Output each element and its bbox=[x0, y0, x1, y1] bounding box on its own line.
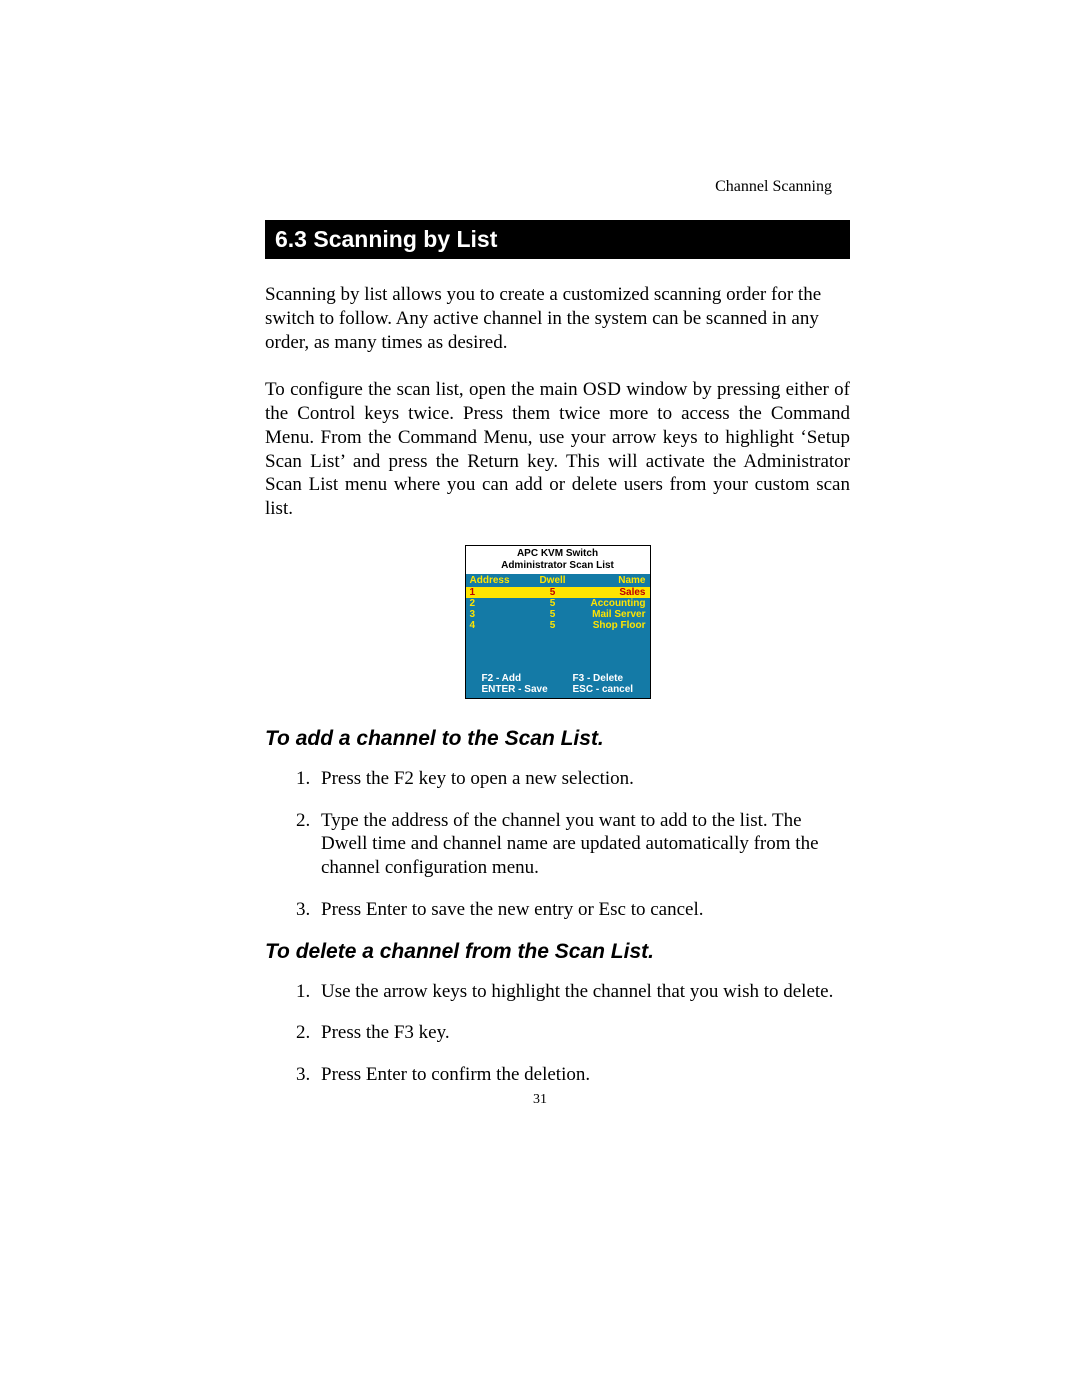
delete-steps-list: Use the arrow keys to highlight the chan… bbox=[265, 980, 850, 1087]
cell-dwell: 5 bbox=[528, 587, 578, 598]
cell-address: 2 bbox=[470, 598, 528, 609]
cell-dwell: 5 bbox=[528, 620, 578, 631]
cell-name: Accounting bbox=[578, 598, 646, 609]
osd-hint-esc: ESC - cancel bbox=[555, 684, 646, 695]
add-steps-list: Press the F2 key to open a new selection… bbox=[265, 767, 850, 922]
col-address: Address bbox=[470, 575, 528, 586]
running-head: Channel Scanning bbox=[715, 178, 832, 196]
cell-dwell: 5 bbox=[528, 598, 578, 609]
section-heading: 6.3 Scanning by List bbox=[265, 220, 850, 259]
col-dwell: Dwell bbox=[528, 575, 578, 586]
list-item: Press Enter to confirm the deletion. bbox=[315, 1063, 850, 1087]
delete-section-heading: To delete a channel from the Scan List. bbox=[265, 940, 850, 964]
osd-hint-enter: ENTER - Save bbox=[470, 684, 555, 695]
osd-column-headers: Address Dwell Name bbox=[466, 574, 650, 587]
config-paragraph: To configure the scan list, open the mai… bbox=[265, 378, 850, 521]
table-row: 3 5 Mail Server bbox=[466, 609, 650, 620]
osd-title-line1: APC KVM Switch bbox=[466, 548, 650, 560]
cell-name: Sales bbox=[578, 587, 646, 598]
add-section-heading: To add a channel to the Scan List. bbox=[265, 727, 850, 751]
table-row: 1 5 Sales bbox=[466, 587, 650, 598]
cell-name: Shop Floor bbox=[578, 620, 646, 631]
list-item: Press the F2 key to open a new selection… bbox=[315, 767, 850, 791]
cell-address: 4 bbox=[470, 620, 528, 631]
osd-window: APC KVM Switch Administrator Scan List A… bbox=[465, 545, 651, 699]
list-item: Press the F3 key. bbox=[315, 1021, 850, 1045]
list-item: Type the address of the channel you want… bbox=[315, 809, 850, 880]
table-row: 4 5 Shop Floor bbox=[466, 620, 650, 631]
osd-spacer bbox=[466, 631, 650, 673]
cell-name: Mail Server bbox=[578, 609, 646, 620]
page-number: 31 bbox=[0, 1092, 1080, 1108]
cell-dwell: 5 bbox=[528, 609, 578, 620]
intro-paragraph: Scanning by list allows you to create a … bbox=[265, 283, 850, 354]
table-row: 2 5 Accounting bbox=[466, 598, 650, 609]
osd-hint-f2: F2 - Add bbox=[470, 673, 555, 684]
document-page: Channel Scanning 6.3 Scanning by List Sc… bbox=[0, 0, 1080, 1397]
cell-address: 1 bbox=[470, 587, 528, 598]
osd-hint-f3: F3 - Delete bbox=[555, 673, 646, 684]
col-name: Name bbox=[578, 575, 646, 586]
osd-figure: APC KVM Switch Administrator Scan List A… bbox=[265, 545, 850, 699]
osd-title-line2: Administrator Scan List bbox=[466, 560, 650, 572]
list-item: Press Enter to save the new entry or Esc… bbox=[315, 898, 850, 922]
cell-address: 3 bbox=[470, 609, 528, 620]
list-item: Use the arrow keys to highlight the chan… bbox=[315, 980, 850, 1004]
osd-footer: F2 - Add F3 - Delete ENTER - Save ESC - … bbox=[466, 673, 650, 698]
osd-content: Address Dwell Name 1 5 Sales 2 5 Account… bbox=[466, 574, 650, 698]
osd-titlebar: APC KVM Switch Administrator Scan List bbox=[466, 546, 650, 574]
